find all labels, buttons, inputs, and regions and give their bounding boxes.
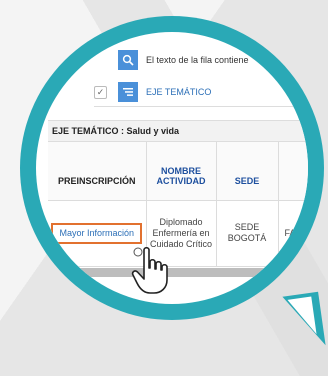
zoomed-content: El texto de la fila contiene ✓ EJE TEMÁT…: [36, 32, 308, 304]
group-header-text: EJE TEMÁTICO : Salud y vida: [52, 126, 180, 136]
check-icon: ✓: [96, 86, 105, 97]
search-filter-text[interactable]: El texto de la fila contiene: [146, 55, 249, 65]
search-button[interactable]: [118, 50, 138, 70]
eje-filter-label[interactable]: EJE TEMÁTICO: [146, 87, 211, 97]
eje-filter-row: ✓ EJE TEMÁTICO: [94, 82, 308, 102]
search-row: El texto de la fila contiene: [118, 50, 308, 70]
list-icon: [123, 88, 133, 96]
column-header-sede[interactable]: SEDE: [216, 142, 279, 201]
eje-checkbox[interactable]: ✓: [94, 85, 107, 99]
table-row: Mayor Información Diplomado Enfermería e…: [48, 200, 308, 267]
column-header-nombre-actividad[interactable]: NOMBRE ACTIVIDAD: [146, 142, 217, 201]
search-icon: [122, 54, 134, 66]
list-button[interactable]: [118, 82, 138, 102]
hand-cursor-icon: [131, 246, 168, 294]
column-header-partial: [278, 142, 308, 201]
horizontal-scrollbar[interactable]: [48, 268, 308, 277]
cell-sede: SEDE BOGOTÁ: [216, 200, 279, 267]
cell-partial: FA ENF: [278, 200, 308, 267]
group-header: EJE TEMÁTICO : Salud y vida: [48, 120, 308, 142]
mayor-informacion-button[interactable]: Mayor Información: [51, 222, 143, 244]
activities-table: PREINSCRIPCIÓN NOMBRE ACTIVIDAD SEDE May…: [48, 142, 308, 267]
magnifier-lens: El texto de la fila contiene ✓ EJE TEMÁT…: [36, 32, 308, 304]
divider: [94, 106, 308, 107]
column-header-preinscripcion[interactable]: PREINSCRIPCIÓN: [48, 142, 147, 201]
table-header-row: PREINSCRIPCIÓN NOMBRE ACTIVIDAD SEDE: [48, 142, 308, 201]
